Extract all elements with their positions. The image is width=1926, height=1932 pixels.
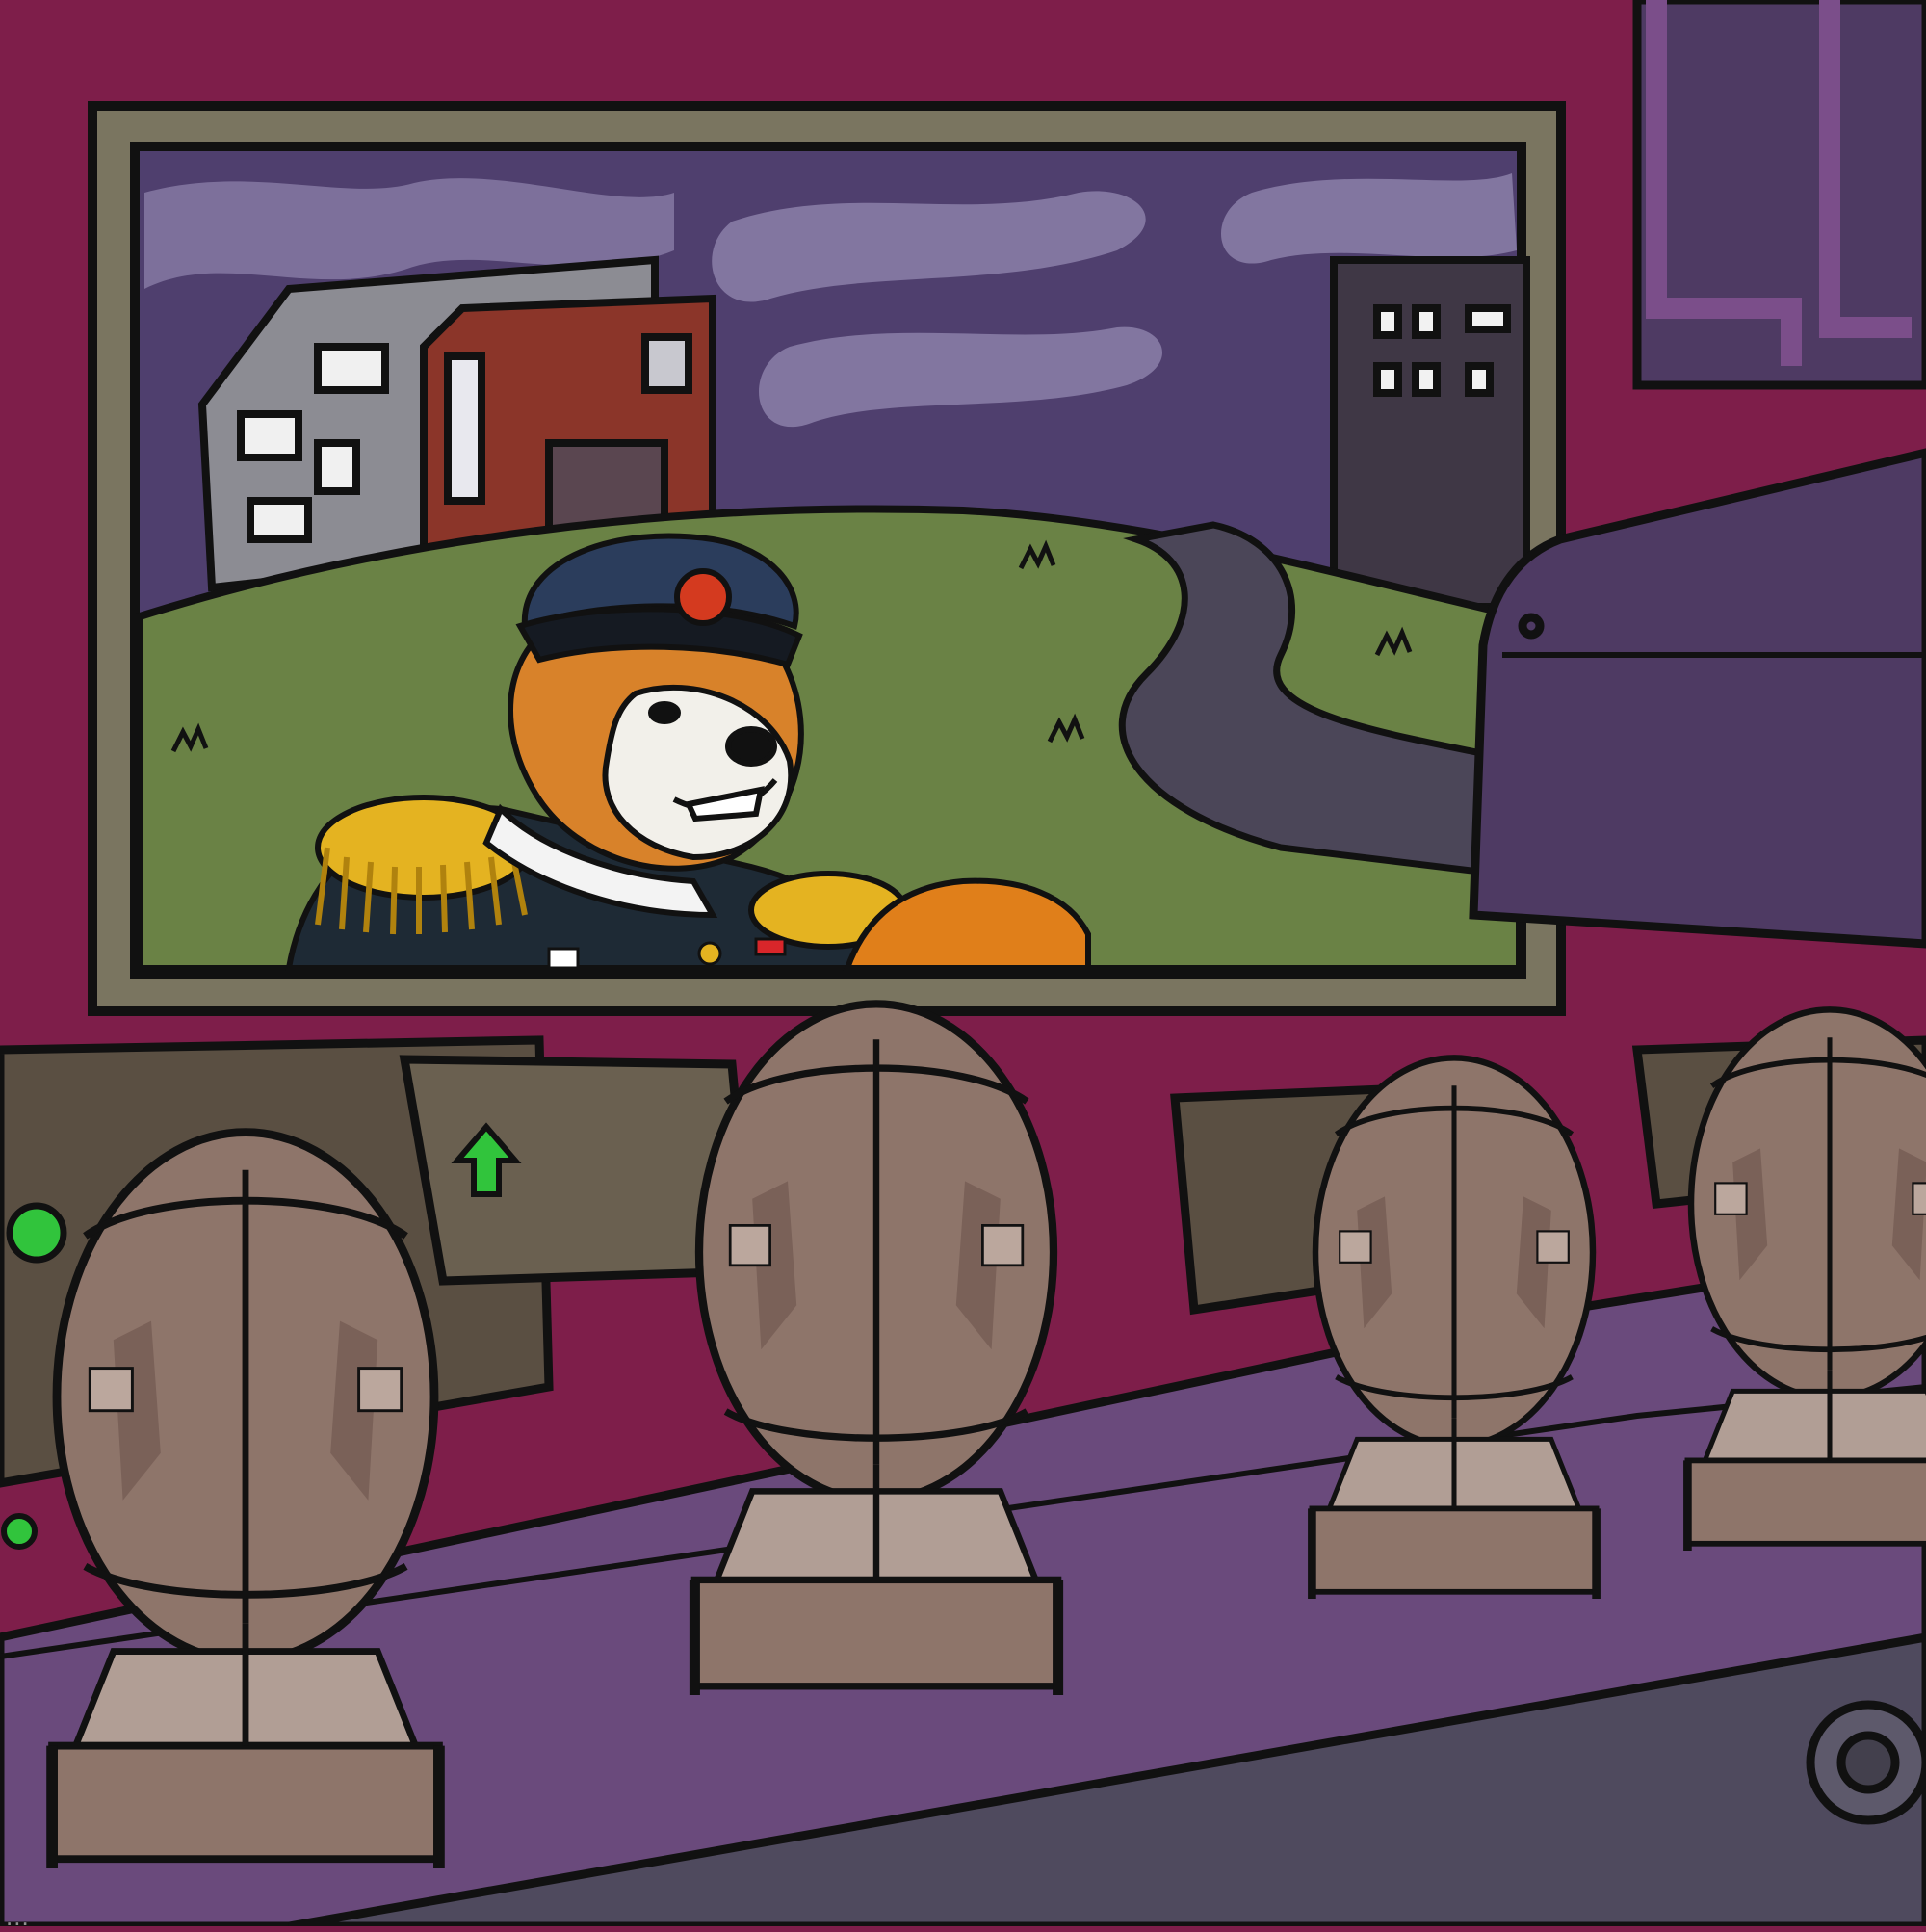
green-button-icon[interactable] [1, 1513, 38, 1550]
nuclear-bomb-icon [52, 1133, 439, 1868]
nuclear-bomb-icon [1687, 1009, 1926, 1551]
cap-emblem-icon [674, 568, 732, 626]
nuclear-bomb-icon [1312, 1057, 1596, 1599]
flag-pin-icon [547, 947, 580, 970]
factory-scene [0, 0, 1926, 1926]
nuclear-bomb-icon [694, 1004, 1057, 1695]
watermark-text: ... [6, 1902, 30, 1931]
green-button-icon[interactable] [6, 1202, 67, 1264]
